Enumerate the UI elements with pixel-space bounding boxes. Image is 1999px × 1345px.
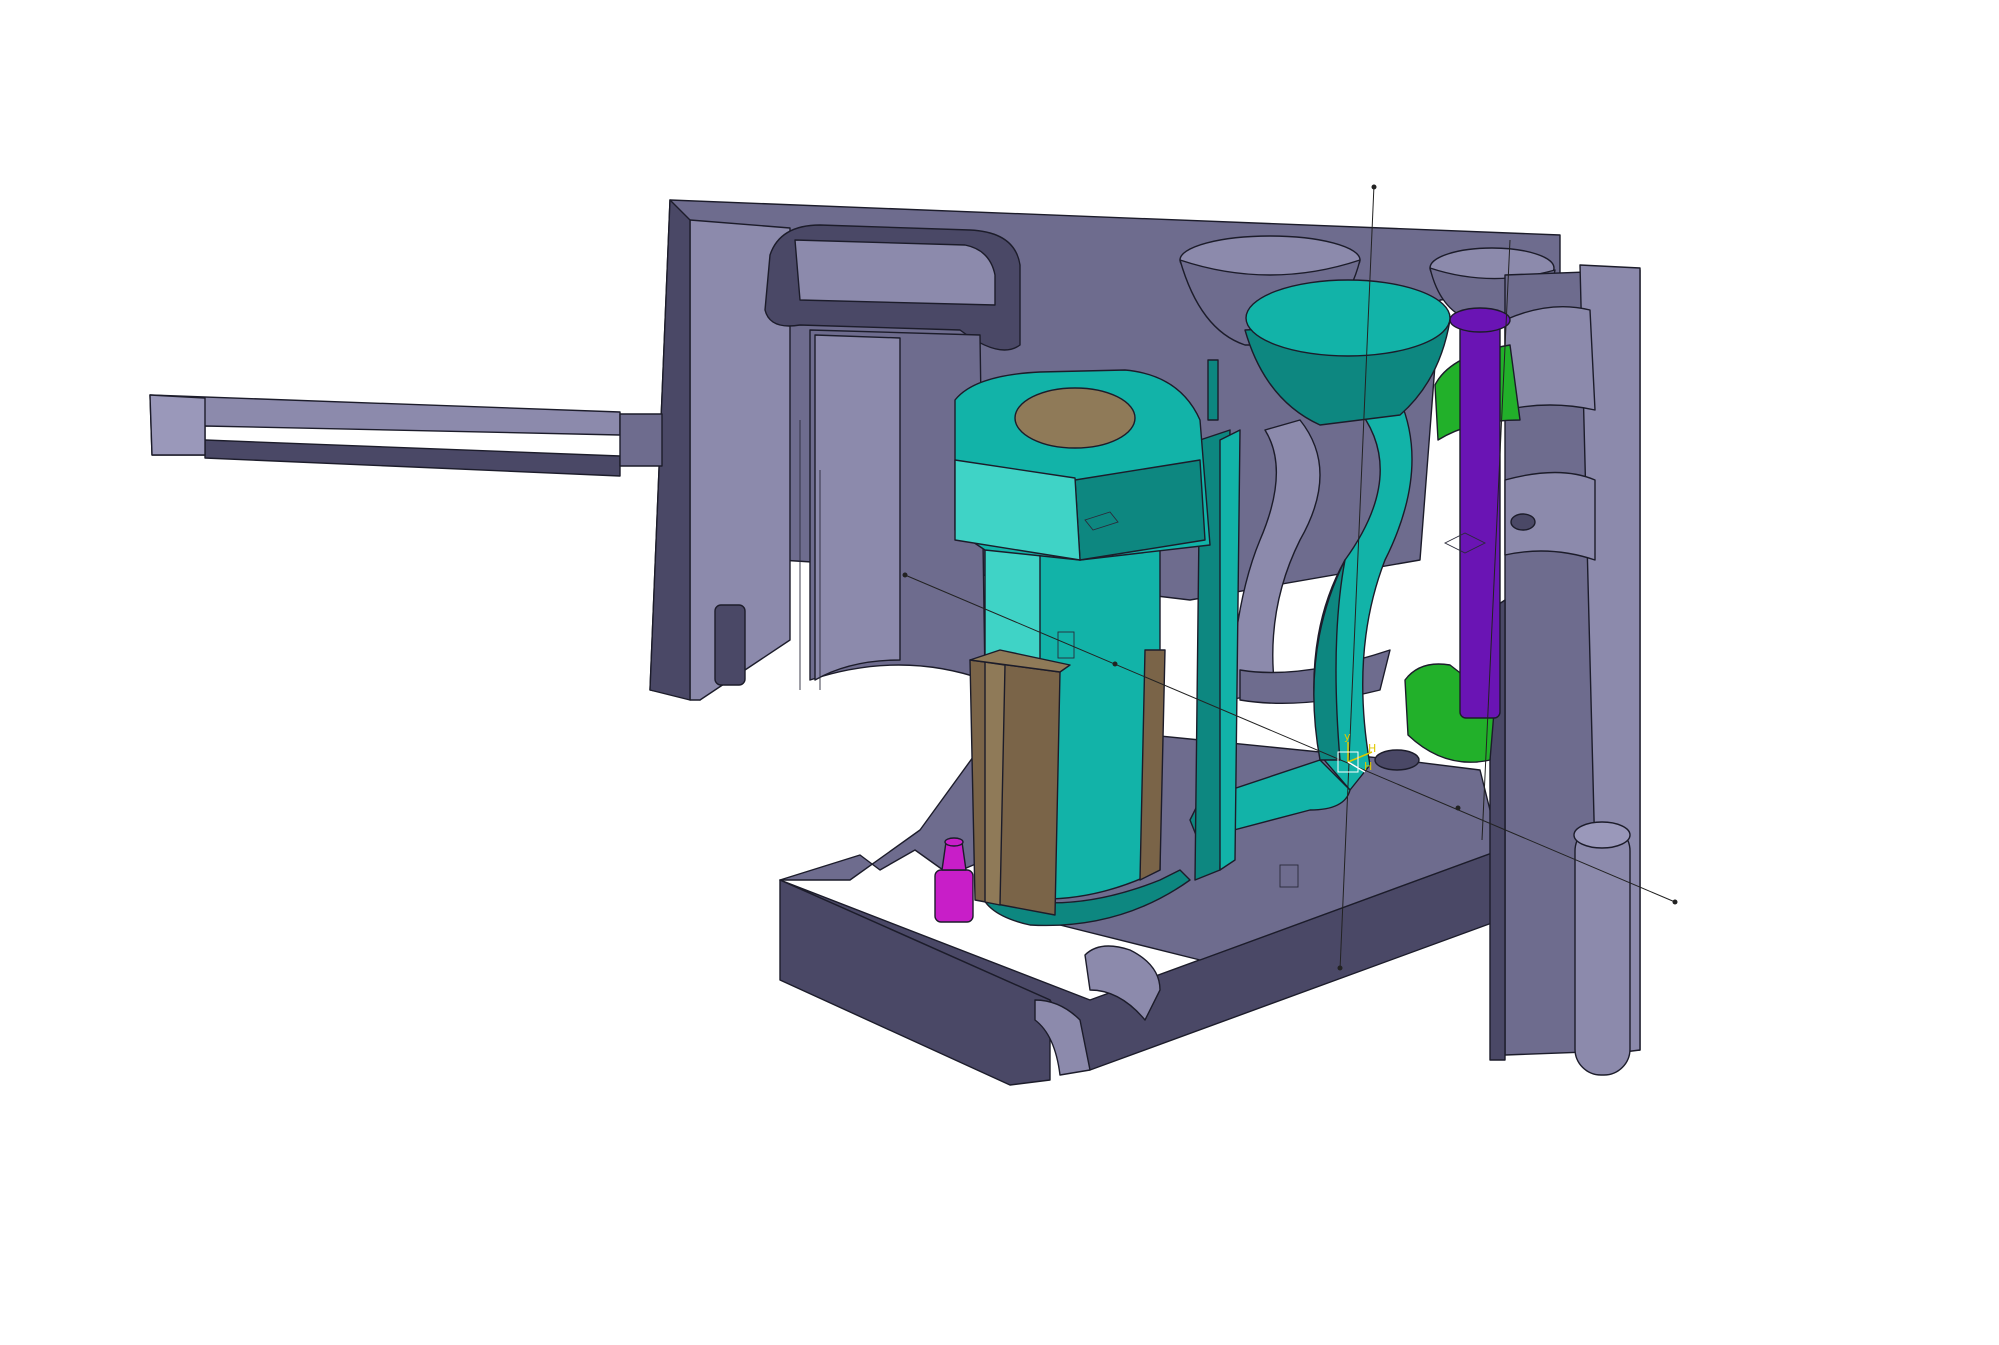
sprue-funnel-top (1245, 279, 1451, 357)
triad-label-h1: H (1368, 742, 1376, 755)
triad-label-y: y (1344, 730, 1351, 743)
boss-top-core (1014, 387, 1136, 449)
core-pin-purple (1459, 317, 1501, 719)
mold-assembly-3d-view[interactable]: y H H (0, 0, 1999, 1345)
triad-label-h2: H (1364, 760, 1372, 773)
support-rod[interactable] (149, 394, 663, 477)
cad-viewport[interactable]: y H H (0, 0, 1999, 1345)
